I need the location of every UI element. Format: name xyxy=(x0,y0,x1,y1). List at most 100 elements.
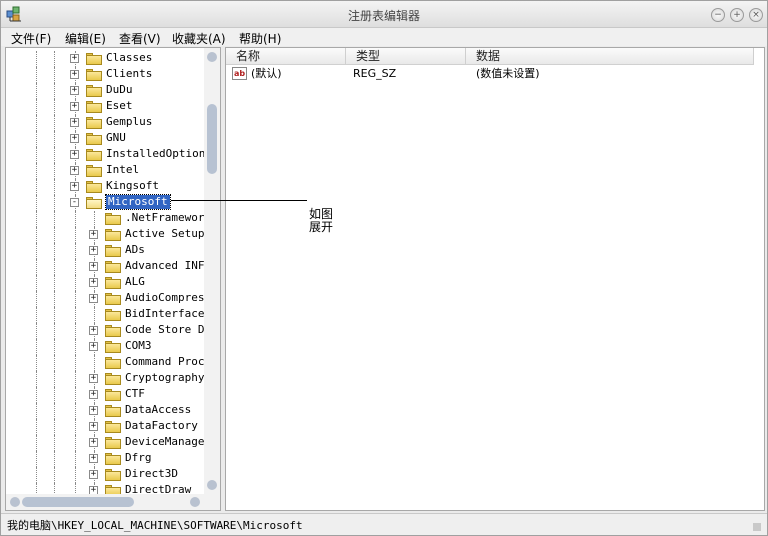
annotation-text: 如图 展开 xyxy=(309,208,349,234)
column-header-type[interactable]: 类型 xyxy=(346,48,466,65)
tree-item[interactable]: + GNU xyxy=(6,131,204,147)
tree-item[interactable]: .NetFramework xyxy=(6,211,211,227)
tree-guide-line xyxy=(75,307,76,323)
registry-values-pane[interactable]: 名称 类型 数据 ab (默认) REG_SZ (数值未设置) xyxy=(225,47,765,511)
expand-icon[interactable]: + xyxy=(89,374,98,383)
tree-guide-line xyxy=(36,99,37,115)
collapse-icon[interactable]: - xyxy=(70,198,79,207)
tree-horizontal-scrollbar[interactable] xyxy=(6,494,220,510)
expand-icon[interactable]: + xyxy=(70,102,79,111)
tree-guide-line xyxy=(54,163,55,179)
tree-item[interactable]: + ADs xyxy=(6,243,204,259)
tree-item[interactable]: + DataFactory xyxy=(6,419,204,435)
expand-icon[interactable]: + xyxy=(89,470,98,479)
value-name[interactable]: (默认) xyxy=(251,66,282,82)
folder-open-icon xyxy=(86,197,102,209)
menu-help[interactable]: 帮助(H) xyxy=(239,30,281,47)
tree-item[interactable]: + Gemplus xyxy=(6,115,204,131)
tree-item[interactable]: BidInterface xyxy=(6,307,204,323)
expand-icon[interactable]: + xyxy=(70,70,79,79)
tree-guide-line xyxy=(36,467,37,483)
tree-item-label: DuDu xyxy=(106,83,133,96)
tree-item-label: CTF xyxy=(125,387,145,400)
expand-icon[interactable]: + xyxy=(89,406,98,415)
menu-edit[interactable]: 编辑(E) xyxy=(65,30,106,47)
tree-item[interactable]: + DuDu xyxy=(6,83,204,99)
tree-guide-line xyxy=(94,211,95,227)
tree-item[interactable]: + InstalledOptions xyxy=(6,147,212,163)
expand-icon[interactable]: + xyxy=(89,246,98,255)
tree-item[interactable]: + Cryptography xyxy=(6,371,204,387)
tree-item[interactable]: + Direct3D xyxy=(6,467,204,483)
annotation-callout-line xyxy=(171,200,307,201)
menu-file[interactable]: 文件(F) xyxy=(11,30,51,47)
expand-icon[interactable]: + xyxy=(89,262,98,271)
tree-item[interactable]: + ALG xyxy=(6,275,204,291)
maximize-icon[interactable]: + xyxy=(730,8,744,22)
tree-guide-line xyxy=(36,195,37,211)
expand-icon[interactable]: + xyxy=(89,422,98,431)
registry-tree-pane[interactable]: + Classes + Clients + DuDu + Eset + Gemplus + GNU + I… xyxy=(5,47,221,511)
tree-guide-line xyxy=(75,243,76,259)
tree-guide-line xyxy=(75,403,76,419)
close-icon[interactable]: × xyxy=(749,8,763,22)
tree-guide-line xyxy=(54,323,55,339)
tree-vertical-scroll-thumb[interactable] xyxy=(207,104,217,174)
minimize-icon[interactable]: − xyxy=(711,8,725,22)
tree-item[interactable]: + AudioCompress xyxy=(6,291,211,307)
expand-icon[interactable]: + xyxy=(70,182,79,191)
scroll-up-icon[interactable] xyxy=(207,52,217,62)
expand-icon[interactable]: + xyxy=(89,294,98,303)
tree-item[interactable]: + DeviceManager xyxy=(6,435,211,451)
resize-grip-icon[interactable] xyxy=(753,523,761,531)
expand-icon[interactable]: + xyxy=(70,150,79,159)
tree-vertical-scrollbar[interactable] xyxy=(204,48,220,494)
tree-horizontal-scroll-thumb[interactable] xyxy=(22,497,134,507)
folder-icon xyxy=(105,405,121,417)
column-header-name[interactable]: 名称 xyxy=(226,48,346,65)
folder-icon xyxy=(86,69,102,81)
expand-icon[interactable]: + xyxy=(89,278,98,287)
tree-guide-line xyxy=(75,227,76,243)
tree-item-label: DataAccess xyxy=(125,403,192,416)
tree-item[interactable]: Command Proce xyxy=(6,355,211,371)
expand-icon[interactable]: + xyxy=(89,390,98,399)
tree-item-label: ADs xyxy=(125,243,145,256)
tree-guide-line xyxy=(75,339,76,355)
expand-icon[interactable]: + xyxy=(89,438,98,447)
expand-icon[interactable]: + xyxy=(70,54,79,63)
folder-icon xyxy=(105,357,121,369)
expand-icon[interactable]: + xyxy=(89,454,98,463)
expand-icon[interactable]: + xyxy=(70,134,79,143)
tree-item[interactable]: + Clients xyxy=(6,67,204,83)
tree-guide-line xyxy=(36,387,37,403)
tree-guide-line xyxy=(36,355,37,371)
tree-guide-line xyxy=(75,419,76,435)
column-header-data[interactable]: 数据 xyxy=(466,48,754,65)
tree-item[interactable]: + Dfrg xyxy=(6,451,204,467)
menu-view[interactable]: 查看(V) xyxy=(119,30,161,47)
tree-item-label: BidInterface xyxy=(125,307,205,320)
tree-item[interactable]: + Eset xyxy=(6,99,204,115)
expand-icon[interactable]: + xyxy=(70,86,79,95)
expand-icon[interactable]: + xyxy=(89,342,98,351)
tree-item[interactable]: + Active Setup xyxy=(6,227,204,243)
menu-favorites[interactable]: 收藏夹(A) xyxy=(172,30,226,47)
scroll-left-icon[interactable] xyxy=(10,497,20,507)
expand-icon[interactable]: + xyxy=(70,166,79,175)
scroll-down-icon[interactable] xyxy=(207,480,217,490)
tree-guide-line xyxy=(54,307,55,323)
tree-item[interactable]: + COM3 xyxy=(6,339,204,355)
expand-icon[interactable]: + xyxy=(89,326,98,335)
tree-item[interactable]: + CTF xyxy=(6,387,204,403)
tree-item[interactable]: + Advanced INF xyxy=(6,259,204,275)
tree-item[interactable]: + Intel xyxy=(6,163,204,179)
tree-item[interactable]: + Kingsoft xyxy=(6,179,204,195)
tree-item[interactable]: - Microsoft xyxy=(6,194,204,211)
tree-item[interactable]: + Classes xyxy=(6,51,204,67)
tree-item[interactable]: + Code Store Da xyxy=(6,323,211,339)
tree-item[interactable]: + DataAccess xyxy=(6,403,204,419)
expand-icon[interactable]: + xyxy=(89,230,98,239)
expand-icon[interactable]: + xyxy=(70,118,79,127)
scroll-right-icon[interactable] xyxy=(190,497,200,507)
